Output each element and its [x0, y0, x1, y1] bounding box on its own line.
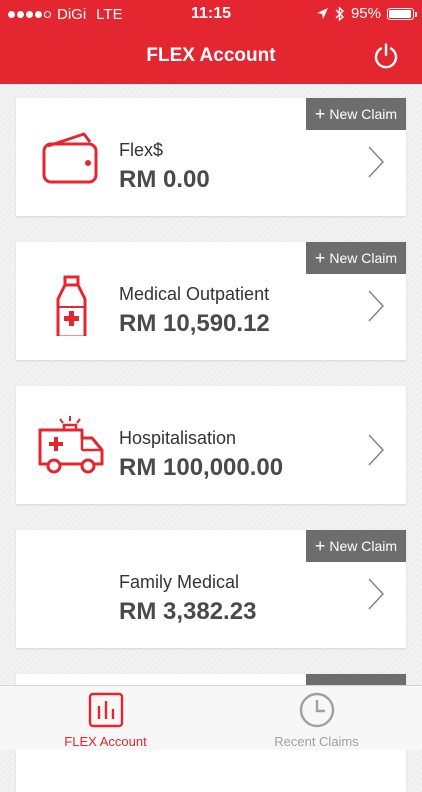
account-card-medical-outpatient[interactable]: + New Claim Medical Outpatient RM 10,590… [16, 242, 406, 360]
clock-icon [299, 692, 335, 728]
location-arrow-icon [316, 8, 328, 19]
account-card-flex[interactable]: + New Claim Flex$ RM 0.00 [16, 98, 406, 216]
new-claim-button[interactable]: + New Claim [306, 98, 406, 130]
card-amount: RM 3,382.23 [119, 598, 257, 625]
new-claim-button[interactable]: + New Claim [306, 530, 406, 562]
new-claim-button[interactable]: + New Claim [306, 242, 406, 274]
bar-chart-icon [88, 692, 124, 728]
page-title: FLEX Account [146, 45, 276, 66]
card-label: Medical Outpatient [119, 284, 270, 304]
ambulance-icon [38, 416, 104, 474]
tab-label: Recent Claims [274, 734, 359, 749]
plus-icon: + [314, 536, 326, 556]
tab-recent-claims[interactable]: Recent Claims [211, 686, 422, 751]
power-icon[interactable] [372, 42, 400, 70]
medicine-bottle-icon [56, 275, 87, 336]
card-amount: RM 10,590.12 [119, 310, 270, 337]
account-card-family-medical[interactable]: + New Claim Family Medical RM 3,382.23 [16, 530, 406, 648]
status-right: 95% [316, 5, 417, 22]
chevron-right-icon [368, 434, 385, 466]
tab-flex-account[interactable]: FLEX Account [0, 686, 211, 751]
plus-icon: + [314, 104, 326, 124]
chevron-right-icon [368, 146, 385, 178]
card-label: Flex$ [119, 140, 164, 160]
battery-percent: 95% [350, 5, 381, 22]
chevron-right-icon [368, 290, 385, 322]
wallet-icon [42, 132, 98, 184]
tab-bar: FLEX Account Recent Claims [0, 685, 422, 750]
account-card-hospitalisation[interactable]: Hospitalisation RM 100,000.00 [16, 386, 406, 504]
chevron-right-icon [368, 578, 385, 610]
card-amount: RM 0.00 [119, 166, 210, 193]
tab-label: FLEX Account [64, 734, 147, 749]
plus-icon: + [314, 248, 326, 268]
status-bar: DiGi LTE 11:15 95% [0, 0, 422, 30]
card-amount: RM 100,000.00 [119, 454, 284, 481]
card-label: Family Medical [119, 572, 240, 592]
card-label: Hospitalisation [119, 428, 237, 448]
battery-icon [387, 7, 417, 20]
app-header: DiGi LTE 11:15 95% FLEX Account [0, 0, 422, 84]
bluetooth-icon [335, 5, 344, 22]
